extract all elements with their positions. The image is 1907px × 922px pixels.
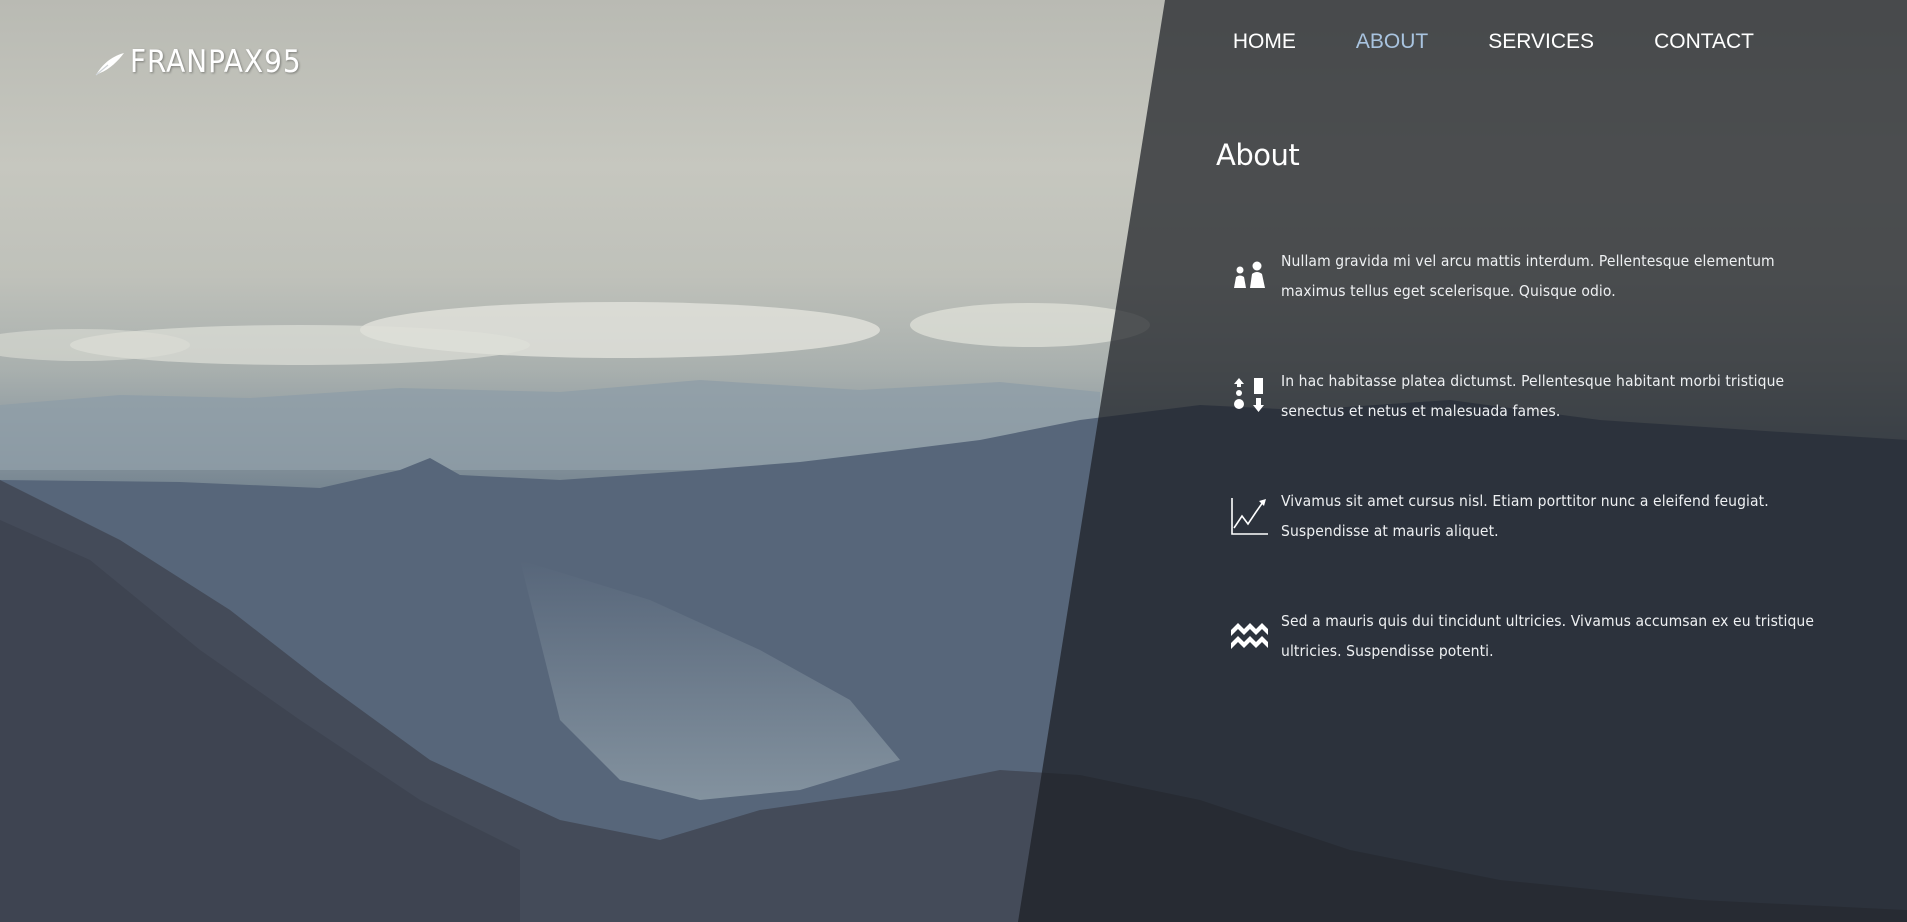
nav-contact[interactable]: CONTACT [1624, 28, 1784, 56]
feature-text: Sed a mauris quis dui tincidunt ultricie… [1281, 612, 1815, 660]
nav-services[interactable]: SERVICES [1458, 28, 1624, 56]
about-features: Nullam gravida mi vel arcu mattis interd… [1230, 246, 1830, 726]
people-icon [1230, 256, 1270, 296]
main-nav: HOME ABOUT SERVICES CONTACT [1203, 28, 1784, 56]
nav-about[interactable]: ABOUT [1326, 28, 1458, 56]
feature-item: In hac habitasse platea dictumst. Pellen… [1230, 366, 1830, 486]
site-logo[interactable]: FRANPAX95 [94, 44, 302, 80]
feather-icon [94, 49, 126, 76]
feature-text: In hac habitasse platea dictumst. Pellen… [1281, 372, 1785, 420]
trend-chart-icon [1230, 496, 1270, 536]
sort-icon [1230, 376, 1270, 416]
feature-text: Nullam gravida mi vel arcu mattis interd… [1281, 252, 1775, 300]
about-title: About [1216, 138, 1300, 172]
feature-item: Nullam gravida mi vel arcu mattis interd… [1230, 246, 1830, 366]
nav-home[interactable]: HOME [1203, 28, 1326, 56]
feature-text: Vivamus sit amet cursus nisl. Etiam port… [1281, 492, 1769, 540]
brand-name: FRANPAX95 [130, 44, 302, 80]
feature-item: Vivamus sit amet cursus nisl. Etiam port… [1230, 486, 1830, 606]
aquarius-icon [1230, 616, 1270, 656]
feature-item: Sed a mauris quis dui tincidunt ultricie… [1230, 606, 1830, 726]
